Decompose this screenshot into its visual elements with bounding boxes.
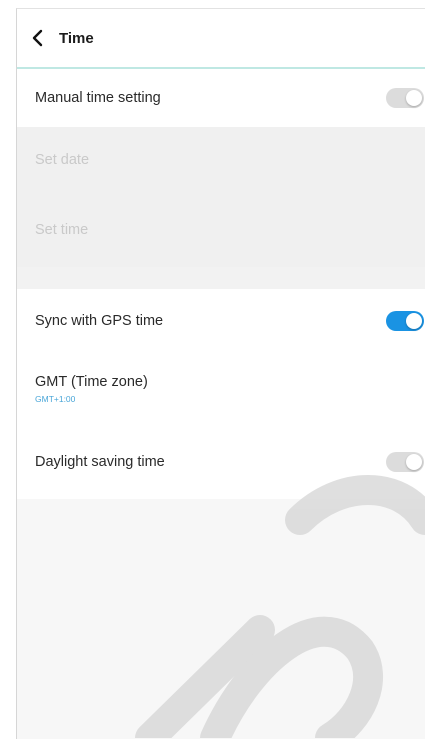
timezone-label: GMT (Time zone) (35, 374, 148, 390)
chevron-left-icon (32, 29, 43, 47)
set-date-label: Set date (35, 152, 90, 168)
daylight-saving-label: Daylight saving time (35, 454, 165, 470)
settings-screen: Time Manual time setting Set date Set ti… (16, 8, 425, 739)
page-title: Time (59, 29, 94, 47)
set-time-row: Set time (17, 197, 425, 267)
sync-gps-label: Sync with GPS time (35, 313, 164, 329)
toggle-knob (406, 454, 422, 470)
toggle-knob (406, 313, 422, 329)
timezone-row[interactable]: GMT (Time zone) GMT+1:00 (17, 353, 425, 425)
toggle-knob (406, 90, 422, 106)
set-date-stack: Set date (35, 152, 89, 172)
set-time-stack: Set time (35, 222, 88, 242)
manual-time-setting-label: Manual time setting (35, 90, 161, 106)
sync-gps-toggle[interactable] (386, 311, 424, 331)
daylight-saving-toggle[interactable] (386, 452, 424, 472)
daylight-saving-row[interactable]: Daylight saving time (17, 425, 425, 499)
set-time-label: Set time (35, 222, 89, 238)
manual-time-toggle[interactable] (386, 88, 424, 108)
top-bar: Time (17, 9, 425, 69)
set-date-row: Set date (17, 127, 425, 197)
timezone-value: GMT+1:00 (35, 394, 76, 404)
manual-time-setting-row[interactable]: Manual time setting (17, 69, 425, 127)
back-button[interactable] (17, 9, 59, 67)
timezone-stack: GMT (Time zone) GMT+1:00 (35, 374, 148, 404)
section-divider (17, 267, 425, 289)
sync-gps-row[interactable]: Sync with GPS time (17, 289, 425, 353)
